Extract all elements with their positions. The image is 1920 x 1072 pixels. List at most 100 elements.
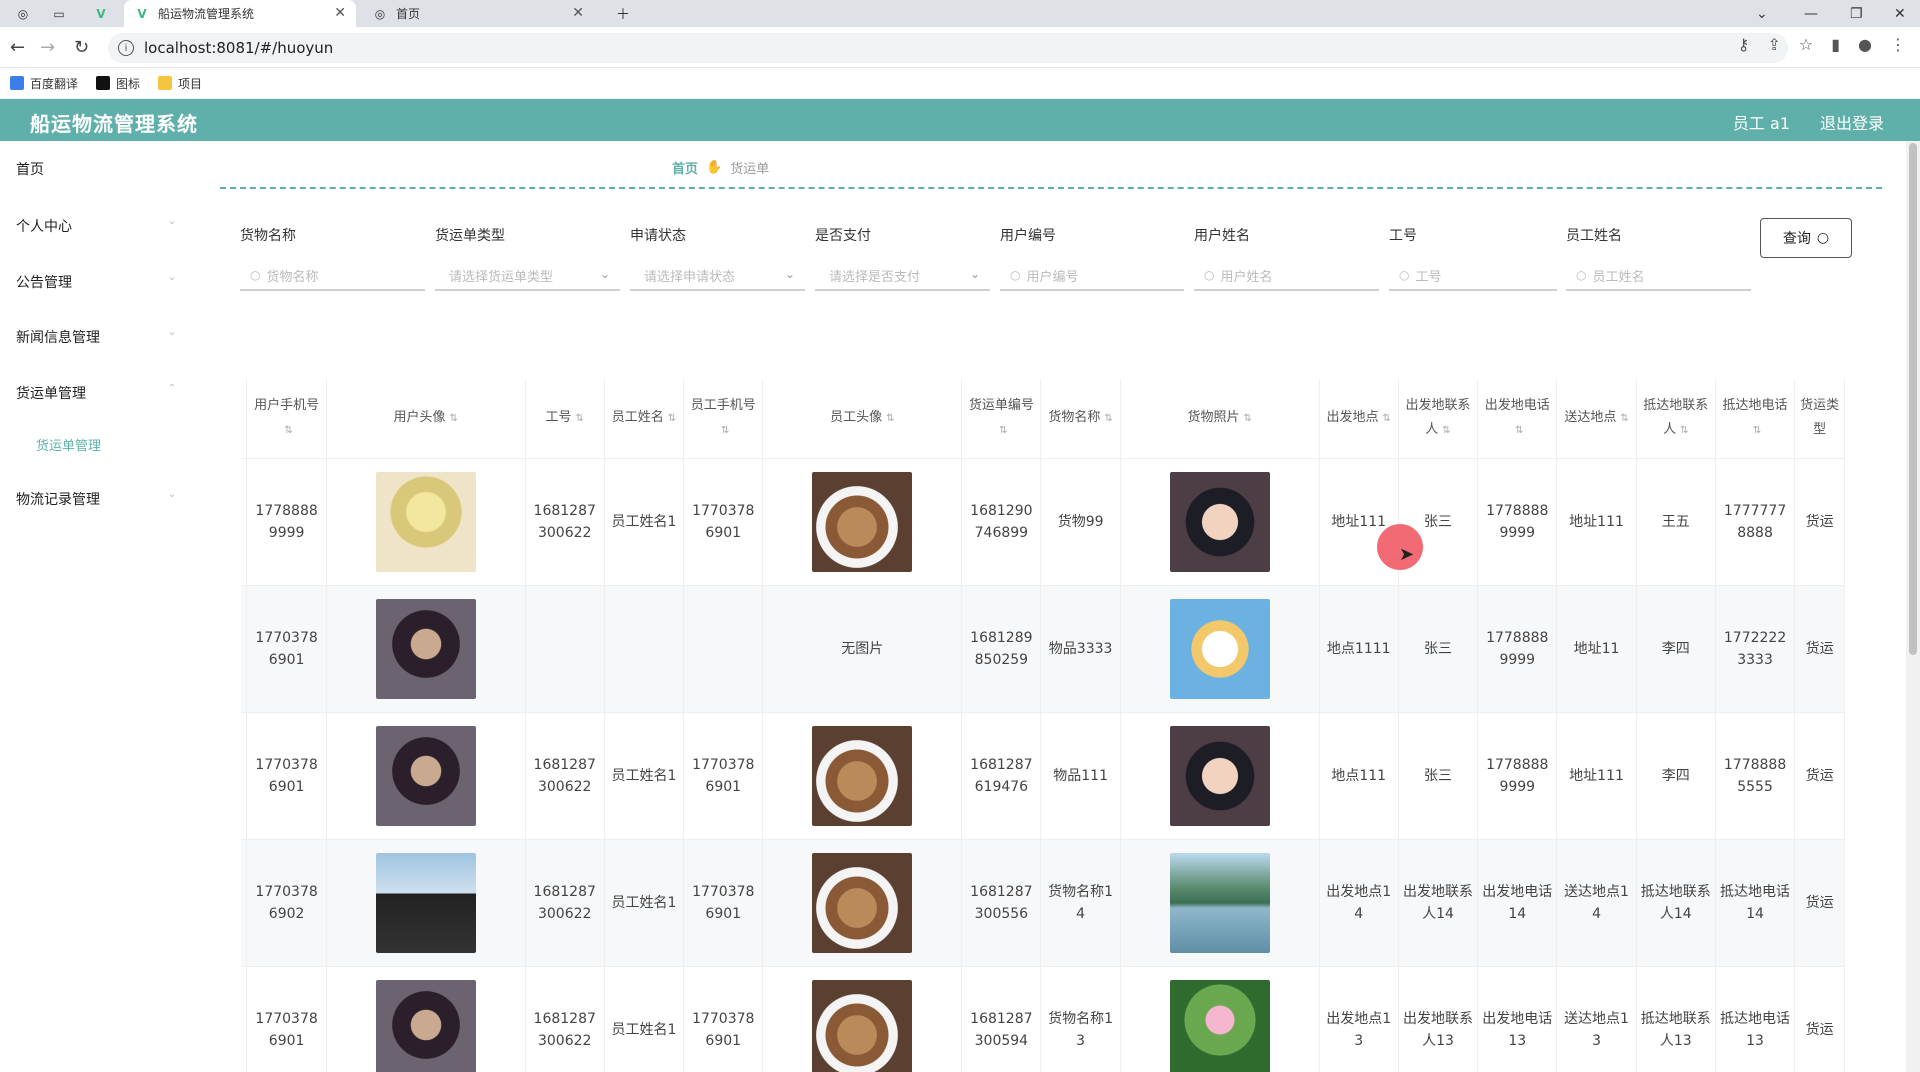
- star-icon[interactable]: ☆: [1799, 35, 1813, 54]
- sort-icon[interactable]: ⇅: [576, 413, 584, 424]
- avatar-image[interactable]: [375, 471, 476, 572]
- tab-active[interactable]: V 船运物流管理系统 ✕: [124, 0, 356, 27]
- reload-icon[interactable]: ↻: [74, 37, 89, 58]
- back-icon[interactable]: ←: [10, 37, 25, 58]
- bookmark-translate[interactable]: 百度翻译: [10, 75, 78, 92]
- new-tab-icon[interactable]: ＋: [616, 0, 630, 27]
- logout-link[interactable]: 退出登录: [1820, 110, 1884, 134]
- sidebar-item-logistics[interactable]: 物流记录管理 ⌄: [16, 489, 176, 509]
- user-name-input[interactable]: ○ 用户姓名: [1194, 261, 1379, 291]
- bookmark-icons[interactable]: 图标: [96, 75, 140, 92]
- share-icon[interactable]: ⇪: [1767, 35, 1780, 54]
- tab-blank[interactable]: ▭: [44, 0, 74, 27]
- column-header[interactable]: 抵达地电话 ⇅: [1715, 379, 1796, 459]
- cell-order-no: 1681287619476: [961, 712, 1042, 840]
- close-window-icon[interactable]: ✕: [1894, 0, 1906, 27]
- sort-icon[interactable]: ⇅: [1243, 413, 1251, 424]
- bookmark-project[interactable]: 项目: [158, 75, 202, 92]
- page-scrollbar[interactable]: [1906, 141, 1920, 1072]
- restore-icon[interactable]: ❐: [1850, 0, 1863, 27]
- avatar-image[interactable]: [375, 979, 476, 1072]
- sort-icon[interactable]: ⇅: [1442, 425, 1450, 436]
- sidepanel-icon[interactable]: ▮: [1831, 35, 1840, 54]
- cell-emp-name: 员工姓名1: [604, 458, 685, 586]
- sort-icon[interactable]: ⇅: [1104, 413, 1112, 424]
- column-header[interactable]: 工号 ⇅: [525, 379, 605, 459]
- column-header[interactable]: 用户头像 ⇅: [326, 379, 526, 459]
- goods-photo[interactable]: [1169, 471, 1270, 572]
- goods-photo[interactable]: [1169, 852, 1270, 953]
- column-header[interactable]: 出发地点 ⇅: [1319, 379, 1399, 459]
- column-header[interactable]: 货运类型: [1794, 379, 1845, 459]
- sort-icon[interactable]: ⇅: [1680, 425, 1688, 436]
- sidebar-subitem-orders[interactable]: 货运单管理: [36, 435, 101, 454]
- avatar-image[interactable]: [375, 852, 476, 953]
- sidebar-item-news[interactable]: 新闻信息管理 ⌄: [16, 327, 176, 347]
- close-tab-icon[interactable]: ✕: [572, 5, 584, 21]
- column-header[interactable]: 出发地联系人 ⇅: [1398, 379, 1479, 459]
- profile-icon[interactable]: ●: [1858, 35, 1872, 54]
- column-header[interactable]: 抵达地联系人 ⇅: [1636, 379, 1716, 459]
- emp-no-input[interactable]: ○ 工号: [1389, 261, 1557, 291]
- close-tab-icon[interactable]: ✕: [334, 5, 346, 21]
- cell-to: 地址111: [1556, 458, 1637, 586]
- url-field[interactable]: i localhost:8081/#/huoyun: [108, 33, 1788, 63]
- avatar-image[interactable]: [812, 979, 913, 1072]
- column-header[interactable]: 货物名称 ⇅: [1040, 379, 1121, 459]
- breadcrumb-home[interactable]: 首页: [672, 158, 698, 177]
- sort-icon[interactable]: ⇅: [886, 413, 894, 424]
- user-no-input[interactable]: ○ 用户编号: [1000, 261, 1184, 291]
- column-header[interactable]: 员工手机号 ⇅: [683, 379, 764, 459]
- order-type-select[interactable]: 请选择货运单类型 ⌄: [435, 261, 620, 291]
- status-select[interactable]: 请选择申请状态 ⌄: [630, 261, 805, 291]
- sort-icon[interactable]: ⇅: [1383, 413, 1391, 424]
- sidebar-item-orders[interactable]: 货运单管理 ⌃: [16, 383, 176, 403]
- avatar-image[interactable]: [812, 725, 913, 826]
- sort-icon[interactable]: ⇅: [1515, 425, 1523, 436]
- column-header[interactable]: 货运单编号 ⇅: [961, 379, 1042, 459]
- sort-icon[interactable]: ⇅: [1620, 413, 1628, 424]
- query-button[interactable]: 查询 ○: [1760, 218, 1852, 258]
- table-row[interactable]: 名 17703786901 无图片 1681289850259 物品3333 地点1111…: [241, 585, 1845, 713]
- avatar-image[interactable]: [375, 598, 476, 699]
- minimize-icon[interactable]: —: [1804, 0, 1818, 27]
- paid-select[interactable]: 请选择是否支付 ⌄: [815, 261, 990, 291]
- table-row[interactable]: 名 17788889999 1681287300622 员工姓名1 1770378690…: [241, 458, 1845, 586]
- column-header[interactable]: 用户手机号 ⇅: [246, 379, 327, 459]
- table-row[interactable]: 名 17703786901 1681287300622 员工姓名1 1770378690…: [241, 712, 1845, 840]
- column-header[interactable]: 出发地电话 ⇅: [1477, 379, 1558, 459]
- avatar-image[interactable]: [812, 471, 913, 572]
- goods-name-input[interactable]: ○ 货物名称: [240, 261, 425, 291]
- key-icon[interactable]: ⚷: [1738, 35, 1750, 54]
- sort-icon[interactable]: ⇅: [721, 425, 729, 436]
- column-header[interactable]: 员工头像 ⇅: [762, 379, 963, 459]
- sidebar-item-notice[interactable]: 公告管理 ⌄: [16, 272, 176, 292]
- info-icon[interactable]: i: [118, 40, 134, 56]
- emp-name-input[interactable]: ○ 员工姓名: [1566, 261, 1751, 291]
- goods-photo[interactable]: [1169, 725, 1270, 826]
- scrollbar-thumb[interactable]: [1909, 143, 1917, 655]
- forward-icon[interactable]: →: [40, 37, 55, 58]
- chevron-down-icon[interactable]: ⌄: [1756, 0, 1768, 27]
- goods-photo[interactable]: [1169, 979, 1270, 1072]
- menu-icon[interactable]: ⋮: [1890, 35, 1906, 54]
- tab-vue-icon[interactable]: V: [86, 0, 116, 27]
- table-row[interactable]: 名 17703786901 1681287300622 员工姓名1 1770378690…: [241, 966, 1845, 1072]
- column-header[interactable]: 货物照片 ⇅: [1120, 379, 1320, 459]
- table-row[interactable]: 名 17703786902 1681287300622 员工姓名1 1770378690…: [241, 839, 1845, 967]
- sort-icon[interactable]: ⇅: [449, 413, 457, 424]
- sort-icon[interactable]: ⇅: [999, 425, 1007, 436]
- tab-home[interactable]: ◎ 首页 ✕: [362, 0, 594, 27]
- column-header[interactable]: 员工姓名 ⇅: [604, 379, 685, 459]
- column-header[interactable]: 送达地点 ⇅: [1556, 379, 1637, 459]
- sort-icon[interactable]: ⇅: [284, 425, 292, 436]
- sort-icon[interactable]: ⇅: [1753, 425, 1761, 436]
- tab-globe-icon[interactable]: ◎: [8, 0, 38, 27]
- filter-label: 是否支付: [815, 228, 871, 244]
- sidebar-item-profile[interactable]: 个人中心 ⌄: [16, 216, 176, 236]
- sort-icon[interactable]: ⇅: [668, 413, 676, 424]
- avatar-image[interactable]: [812, 852, 913, 953]
- goods-photo[interactable]: [1169, 598, 1270, 699]
- sidebar-item-home[interactable]: 首页: [16, 159, 176, 179]
- avatar-image[interactable]: [375, 725, 476, 826]
